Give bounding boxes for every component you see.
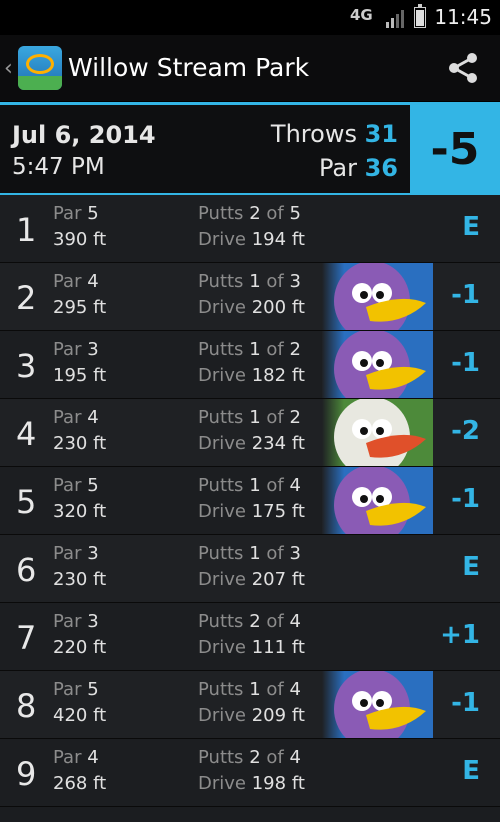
hole-drive: Drive 207 ft (198, 569, 305, 590)
hole-distance: 295 ft (53, 297, 107, 318)
hole-number: 1 (16, 211, 37, 249)
hole-relative-score: E (462, 212, 480, 242)
hole-putts: Putts 1 of 4 (198, 475, 301, 496)
birdie-badge-icon (322, 467, 433, 534)
birdie-badge-icon (322, 263, 433, 330)
throws-total: Throws 31 (271, 120, 398, 148)
hole-putts: Putts 2 of 4 (198, 611, 301, 632)
birdie-badge-icon (322, 331, 433, 398)
hole-row-5[interactable]: 5 Par 5 320 ft Putts 1 of 4 Drive 175 ft… (0, 467, 500, 535)
hole-row-6[interactable]: 6 Par 3 230 ft Putts 1 of 3 Drive 207 ft… (0, 535, 500, 603)
hole-number: 4 (16, 415, 37, 453)
total-score: -5 (410, 105, 500, 193)
disc-golf-basket-icon[interactable] (18, 46, 62, 90)
hole-relative-score: -2 (451, 416, 480, 446)
status-bar: 4G 11:45 (0, 0, 500, 35)
action-bar: ‹ Willow Stream Park (0, 35, 500, 102)
up-caret-icon[interactable]: ‹ (4, 56, 13, 81)
hole-number: 8 (16, 687, 37, 725)
hole-number: 7 (16, 619, 37, 657)
hole-drive: Drive 194 ft (198, 229, 305, 250)
hole-number: 5 (16, 483, 37, 521)
par-label: Par (318, 154, 357, 182)
course-title: Willow Stream Park (68, 53, 310, 82)
hole-distance: 230 ft (53, 433, 107, 454)
network-indicator: 4G (350, 6, 373, 24)
hole-par: Par 5 (53, 203, 99, 224)
hole-row-4[interactable]: 4 Par 4 230 ft Putts 1 of 2 Drive 234 ft… (0, 399, 500, 467)
hole-drive: Drive 234 ft (198, 433, 305, 454)
hole-distance: 220 ft (53, 637, 107, 658)
hole-distance: 268 ft (53, 773, 107, 794)
throws-label: Throws (270, 120, 357, 148)
hole-drive: Drive 198 ft (198, 773, 305, 794)
hole-relative-score: E (462, 552, 480, 582)
hole-relative-score: E (462, 756, 480, 786)
hole-putts: Putts 2 of 4 (198, 747, 301, 768)
round-date: Jul 6, 2014 (12, 121, 156, 149)
hole-par: Par 4 (53, 747, 99, 768)
hole-drive: Drive 209 ft (198, 705, 305, 726)
signal-icon (386, 10, 404, 28)
hole-drive: Drive 200 ft (198, 297, 305, 318)
birdie-badge-icon (322, 671, 433, 738)
hole-par: Par 5 (53, 475, 99, 496)
hole-putts: Putts 2 of 5 (198, 203, 301, 224)
hole-putts: Putts 1 of 4 (198, 679, 301, 700)
hole-putts: Putts 1 of 3 (198, 271, 301, 292)
eagle-badge-icon (322, 399, 433, 466)
hole-par: Par 5 (53, 679, 99, 700)
hole-row-2[interactable]: 2 Par 4 295 ft Putts 1 of 3 Drive 200 ft… (0, 263, 500, 331)
hole-drive: Drive 182 ft (198, 365, 305, 386)
hole-relative-score: -1 (451, 688, 480, 718)
hole-row-1[interactable]: 1 Par 5 390 ft Putts 2 of 5 Drive 194 ft… (0, 195, 500, 263)
hole-par: Par 3 (53, 611, 99, 632)
throws-value: 31 (364, 120, 398, 148)
hole-putts: Putts 1 of 3 (198, 543, 301, 564)
hole-number: 3 (16, 347, 37, 385)
hole-distance: 390 ft (53, 229, 107, 250)
hole-relative-score: -1 (451, 484, 480, 514)
hole-number: 9 (16, 755, 37, 793)
hole-row-3[interactable]: 3 Par 3 195 ft Putts 1 of 2 Drive 182 ft… (0, 331, 500, 399)
hole-relative-score: -1 (451, 280, 480, 310)
hole-list: 1 Par 5 390 ft Putts 2 of 5 Drive 194 ft… (0, 195, 500, 807)
battery-icon (414, 4, 426, 28)
round-summary: Jul 6, 2014 5:47 PM Throws 31 Par 36 -5 (0, 102, 500, 196)
par-value: 36 (364, 154, 398, 182)
hole-distance: 230 ft (53, 569, 107, 590)
hole-number: 2 (16, 279, 37, 317)
hole-distance: 195 ft (53, 365, 107, 386)
hole-putts: Putts 1 of 2 (198, 339, 301, 360)
hole-relative-score: -1 (451, 348, 480, 378)
hole-par: Par 3 (53, 543, 99, 564)
hole-drive: Drive 175 ft (198, 501, 305, 522)
hole-relative-score: +1 (440, 620, 480, 650)
hole-drive: Drive 111 ft (198, 637, 305, 658)
hole-row-8[interactable]: 8 Par 5 420 ft Putts 1 of 4 Drive 209 ft… (0, 671, 500, 739)
hole-distance: 420 ft (53, 705, 107, 726)
hole-par: Par 4 (53, 407, 99, 428)
hole-par: Par 4 (53, 271, 99, 292)
hole-row-9[interactable]: 9 Par 4 268 ft Putts 2 of 4 Drive 198 ft… (0, 739, 500, 807)
round-time: 5:47 PM (12, 154, 105, 180)
hole-putts: Putts 1 of 2 (198, 407, 301, 428)
hole-number: 6 (16, 551, 37, 589)
hole-distance: 320 ft (53, 501, 107, 522)
share-icon[interactable] (446, 52, 480, 84)
hole-par: Par 3 (53, 339, 99, 360)
par-total: Par 36 (319, 154, 398, 182)
clock: 11:45 (434, 5, 492, 29)
hole-row-7[interactable]: 7 Par 3 220 ft Putts 2 of 4 Drive 111 ft… (0, 603, 500, 671)
